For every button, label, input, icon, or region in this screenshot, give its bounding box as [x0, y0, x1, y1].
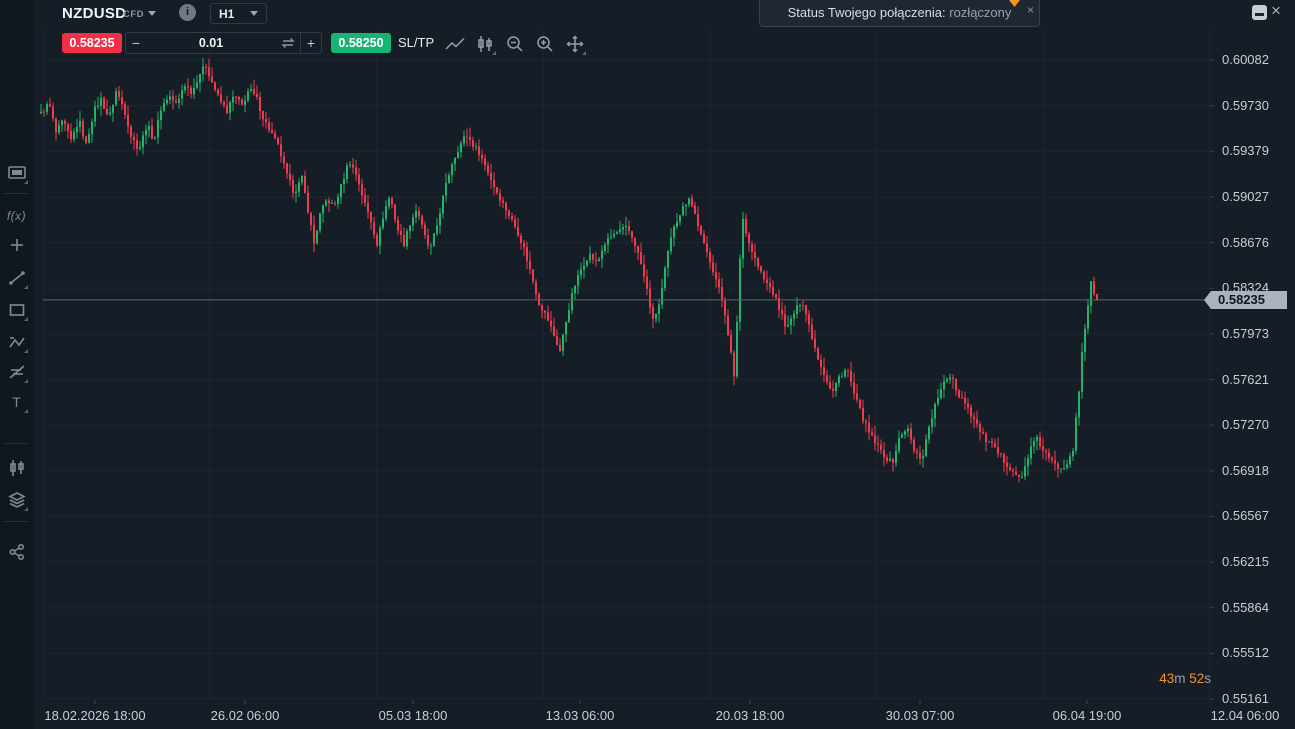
status-text: Status Twojego połączenia: — [788, 5, 946, 20]
instrument-info-icon[interactable]: i — [179, 4, 196, 21]
chart-tools-sidebar: f(x) T — [0, 0, 33, 729]
crosshair-button[interactable] — [4, 233, 29, 257]
sidebar-divider — [5, 443, 27, 444]
share-icon — [8, 543, 26, 561]
trend-line-tool-button[interactable] — [4, 266, 29, 290]
close-button[interactable]: × — [1271, 1, 1281, 21]
time-axis-label: 13.03 06:00 — [546, 708, 615, 723]
sl-tp-button[interactable]: SL/TP — [398, 35, 434, 50]
price-axis-label: 0.59379 — [1222, 143, 1269, 158]
price-axis-label: 0.56567 — [1222, 508, 1269, 523]
rectangle-icon — [8, 302, 26, 318]
indicators-button[interactable]: f(x) — [4, 204, 29, 228]
move-icon — [565, 34, 585, 54]
screen-icon — [7, 165, 27, 181]
text-tool-button[interactable]: T — [4, 390, 29, 414]
candlestick-icon — [475, 34, 495, 54]
trend-line-icon — [7, 269, 27, 287]
countdown-minutes-unit: m — [1174, 671, 1189, 686]
fibonacci-tool-button[interactable] — [4, 360, 29, 384]
candlestick-chart[interactable] — [0, 0, 1295, 729]
time-axis-label: 06.04 19:00 — [1053, 708, 1122, 723]
timeframe-selector[interactable]: H1 — [210, 3, 267, 24]
time-axis-label: 26.02 06:00 — [211, 708, 280, 723]
minimize-button[interactable] — [1252, 5, 1267, 20]
zoom-in-button[interactable] — [533, 32, 557, 56]
status-close-icon[interactable]: × — [1027, 0, 1034, 23]
countdown-minutes: 43 — [1159, 671, 1174, 686]
zoom-out-button[interactable] — [503, 32, 527, 56]
chart-display-mode-button[interactable] — [4, 161, 29, 185]
price-axis-label: 0.57270 — [1222, 417, 1269, 432]
pan-mode-button[interactable] — [563, 32, 587, 56]
price-axis-label: 0.57621 — [1222, 372, 1269, 387]
current-price-tag: 0.58235 — [1211, 291, 1287, 309]
volume-increase-button[interactable]: + — [301, 35, 321, 51]
time-axis-label: 05.03 18:00 — [379, 708, 448, 723]
time-axis-label: 18.02.2026 18:00 — [44, 708, 145, 723]
price-axis-label: 0.57973 — [1222, 326, 1269, 341]
zoom-in-icon — [535, 34, 555, 54]
volume-decrease-button[interactable]: − — [126, 35, 146, 51]
order-toolbar: 0.58235 − 0.01 + 0.58250 SL/TP — [33, 32, 1295, 56]
minimize-icon — [1255, 13, 1264, 16]
trading-chart-window: f(x) T NZDUSD C — [0, 0, 1295, 729]
price-axis-label: 0.55864 — [1222, 600, 1269, 615]
status-value: rozłączony — [946, 5, 1012, 20]
countdown-seconds: 52 — [1189, 671, 1204, 686]
line-chart-icon — [444, 35, 466, 53]
countdown-seconds-unit: s — [1204, 671, 1211, 686]
market-type-label: CFD — [123, 9, 144, 20]
fx-icon: f(x) — [7, 209, 26, 223]
buy-price-button[interactable]: 0.58250 — [331, 33, 391, 53]
candle-chart-type-button[interactable] — [473, 32, 497, 56]
symbol-name: NZDUSD — [62, 5, 126, 22]
zigzag-icon — [7, 334, 27, 350]
candlestick-icon — [8, 458, 26, 478]
price-axis-label: 0.56918 — [1222, 463, 1269, 478]
layers-icon — [7, 491, 27, 509]
price-axis-label: 0.55512 — [1222, 645, 1269, 660]
price-axis-label: 0.59730 — [1222, 98, 1269, 113]
text-icon: T — [12, 394, 21, 410]
sidebar-divider — [5, 193, 27, 194]
line-chart-type-button[interactable] — [443, 32, 467, 56]
sell-price-button[interactable]: 0.58235 — [62, 33, 122, 53]
time-axis-label: 20.03 18:00 — [716, 708, 785, 723]
refresh-icon — [280, 36, 296, 50]
time-axis-label: 12.04 06:00 — [1211, 708, 1280, 723]
timeframe-caret-icon — [250, 11, 258, 16]
price-axis-label: 0.55161 — [1222, 691, 1269, 706]
volume-value[interactable]: 0.01 — [146, 36, 276, 50]
fibonacci-icon — [7, 364, 27, 380]
zoom-out-icon — [505, 34, 525, 54]
chart-type-button[interactable] — [4, 456, 29, 480]
price-axis-label: 0.59027 — [1222, 189, 1269, 204]
elliott-wave-tool-button[interactable] — [4, 330, 29, 354]
sidebar-divider — [5, 521, 27, 522]
layers-button[interactable] — [4, 488, 29, 512]
price-axis-label: 0.58676 — [1222, 235, 1269, 250]
volume-stepper: − 0.01 + — [125, 32, 322, 54]
time-axis-label: 30.03 07:00 — [886, 708, 955, 723]
chart-header: NZDUSD CFD i H1 — [33, 0, 1295, 28]
share-button[interactable] — [4, 540, 29, 564]
connection-status-popup: Status Twojego połączenia: rozłączony × — [759, 0, 1040, 27]
shape-tool-button[interactable] — [4, 298, 29, 322]
price-axis-label: 0.56215 — [1222, 554, 1269, 569]
volume-reset-button[interactable] — [276, 36, 300, 50]
timeframe-value: H1 — [219, 7, 234, 21]
candle-countdown: 43m 52s — [1113, 671, 1211, 686]
symbol-dropdown-caret-icon[interactable] — [148, 11, 156, 16]
plus-icon — [9, 237, 25, 253]
